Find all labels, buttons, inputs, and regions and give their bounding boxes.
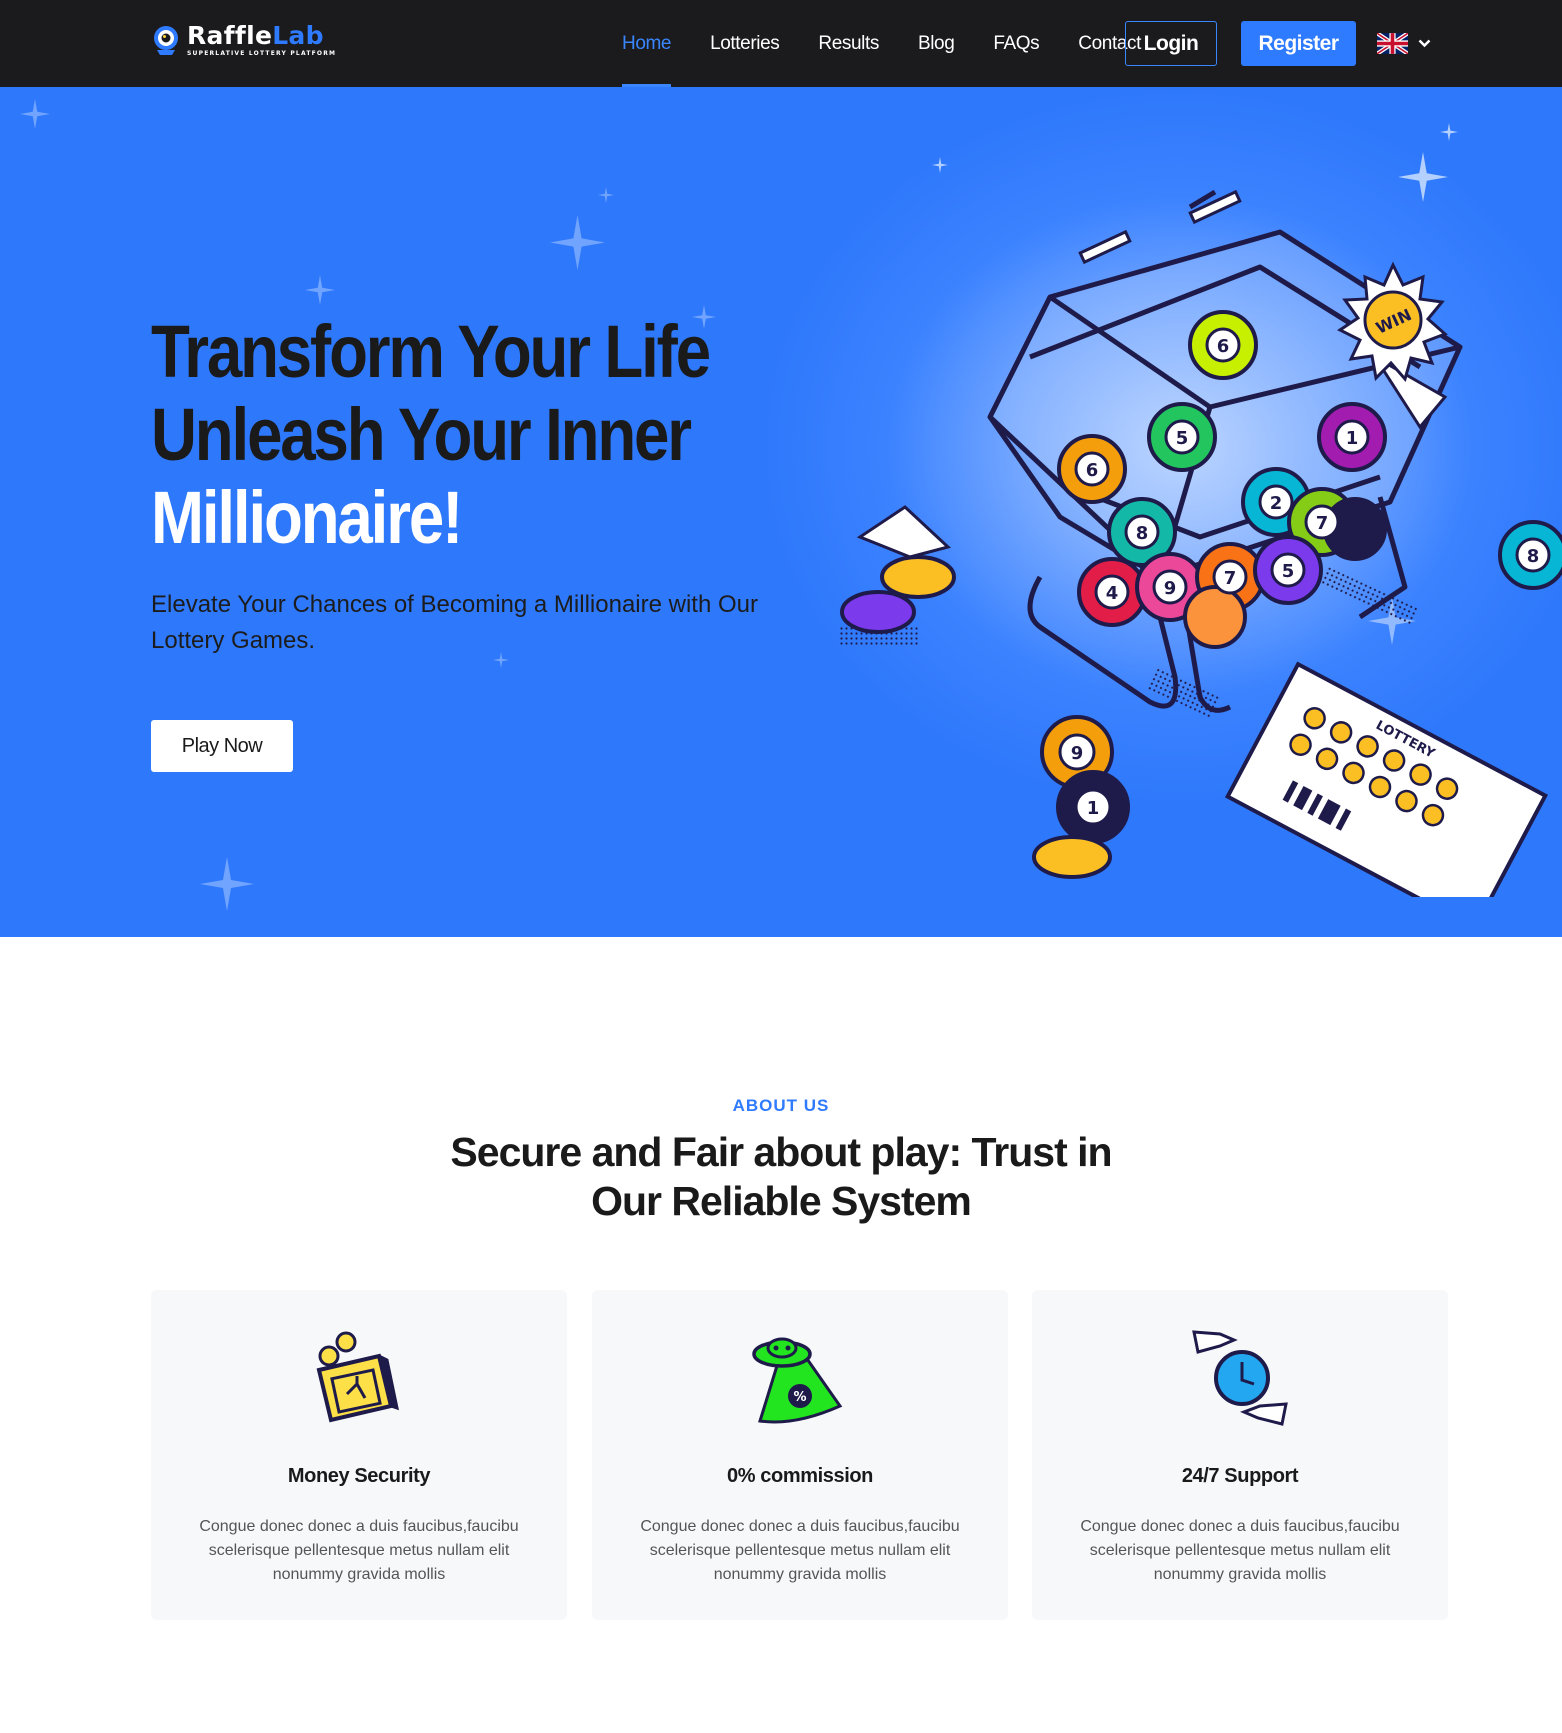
hero-heading-line2: Unleash Your Inner xyxy=(151,393,692,476)
clock-hands-icon xyxy=(1192,1330,1288,1426)
svg-text:9: 9 xyxy=(1071,743,1084,764)
sparkle-icon xyxy=(200,857,254,911)
nav-faqs[interactable]: FAQs xyxy=(993,0,1039,87)
hero-section: Transform Your Life Unleash Your Inner M… xyxy=(0,87,1562,937)
hero-subtitle: Elevate Your Chances of Becoming a Milli… xyxy=(151,591,758,654)
raffle-ball-logo-icon xyxy=(154,26,178,55)
feature-card-commission: % 0% commission Congue donec donec a dui… xyxy=(592,1290,1008,1620)
register-button[interactable]: Register xyxy=(1241,21,1356,66)
brand-tagline: SUPERLATIVE LOTTERY PLATFORM xyxy=(187,50,337,57)
nav-lotteries[interactable]: Lotteries xyxy=(710,0,780,87)
feature-title: 24/7 Support xyxy=(1181,1465,1299,1487)
svg-text:2: 2 xyxy=(1270,493,1283,514)
brand-name: RaffleLab xyxy=(187,21,324,50)
feature-description: Congue donec donec a duis faucibus,fauci… xyxy=(640,1518,960,1583)
ufo-percent-icon: % xyxy=(752,1337,843,1424)
sparkle-icon xyxy=(20,99,50,129)
brand-text: RaffleLab SUPERLATIVE LOTTERY PLATFORM xyxy=(187,21,337,58)
sparkle-icon xyxy=(305,275,335,305)
svg-text:9: 9 xyxy=(1164,578,1177,599)
hero-heading-line3: Millionaire! xyxy=(151,476,463,559)
language-selector[interactable] xyxy=(1377,33,1431,54)
svg-text:7: 7 xyxy=(1224,568,1237,589)
svg-text:5: 5 xyxy=(1176,428,1189,449)
sparkle-icon xyxy=(598,187,614,203)
nav-home[interactable]: Home xyxy=(622,0,671,87)
sparkle-icon xyxy=(550,215,605,270)
feature-description: Congue donec donec a duis faucibus,fauci… xyxy=(1080,1518,1400,1583)
nav-blog[interactable]: Blog xyxy=(918,0,955,87)
feature-card-money-security: Money Security Congue donec donec a duis… xyxy=(151,1290,567,1620)
svg-text:4: 4 xyxy=(1106,583,1119,604)
svg-text:1: 1 xyxy=(1346,428,1359,449)
hero-heading-line1: Transform Your Life xyxy=(151,310,711,393)
hero-heading: Transform Your Life Unleash Your Inner M… xyxy=(151,310,753,559)
svg-text:6: 6 xyxy=(1086,460,1099,481)
login-button[interactable]: Login xyxy=(1125,21,1217,66)
svg-text:5: 5 xyxy=(1282,561,1295,582)
brand-logo[interactable]: RaffleLab SUPERLATIVE LOTTERY PLATFORM xyxy=(151,22,336,58)
svg-text:8: 8 xyxy=(1136,523,1149,544)
nav-results[interactable]: Results xyxy=(818,0,879,87)
main-menu: Home Lotteries Results Blog FAQs Contact xyxy=(622,0,1180,87)
svg-text:6: 6 xyxy=(1217,336,1230,357)
svg-text:7: 7 xyxy=(1316,513,1329,534)
feature-title: 0% commission xyxy=(727,1465,873,1487)
feature-title: Money Security xyxy=(287,1465,431,1487)
lottery-drum-illustration: 656 127 84 9 7 59 18 WIN LOTTERY xyxy=(840,189,1562,897)
svg-text:%: % xyxy=(793,1390,806,1405)
svg-text:8: 8 xyxy=(1527,546,1540,567)
svg-text:1: 1 xyxy=(1087,798,1100,819)
about-heading: Secure and Fair about play: Trust in Our… xyxy=(450,1129,1112,1224)
play-now-button[interactable]: Play Now xyxy=(151,720,293,772)
feature-description: Congue donec donec a duis faucibus,fauci… xyxy=(199,1518,519,1583)
feature-card-support: 24/7 Support Congue donec donec a duis f… xyxy=(1032,1290,1448,1620)
safe-coins-icon xyxy=(316,1331,400,1423)
uk-flag-icon xyxy=(1377,33,1408,54)
about-eyebrow: ABOUT US xyxy=(732,1096,830,1115)
chevron-down-icon xyxy=(1418,39,1431,48)
sparkle-icon xyxy=(1440,123,1458,141)
top-navbar: RaffleLab SUPERLATIVE LOTTERY PLATFORM H… xyxy=(0,0,1562,87)
